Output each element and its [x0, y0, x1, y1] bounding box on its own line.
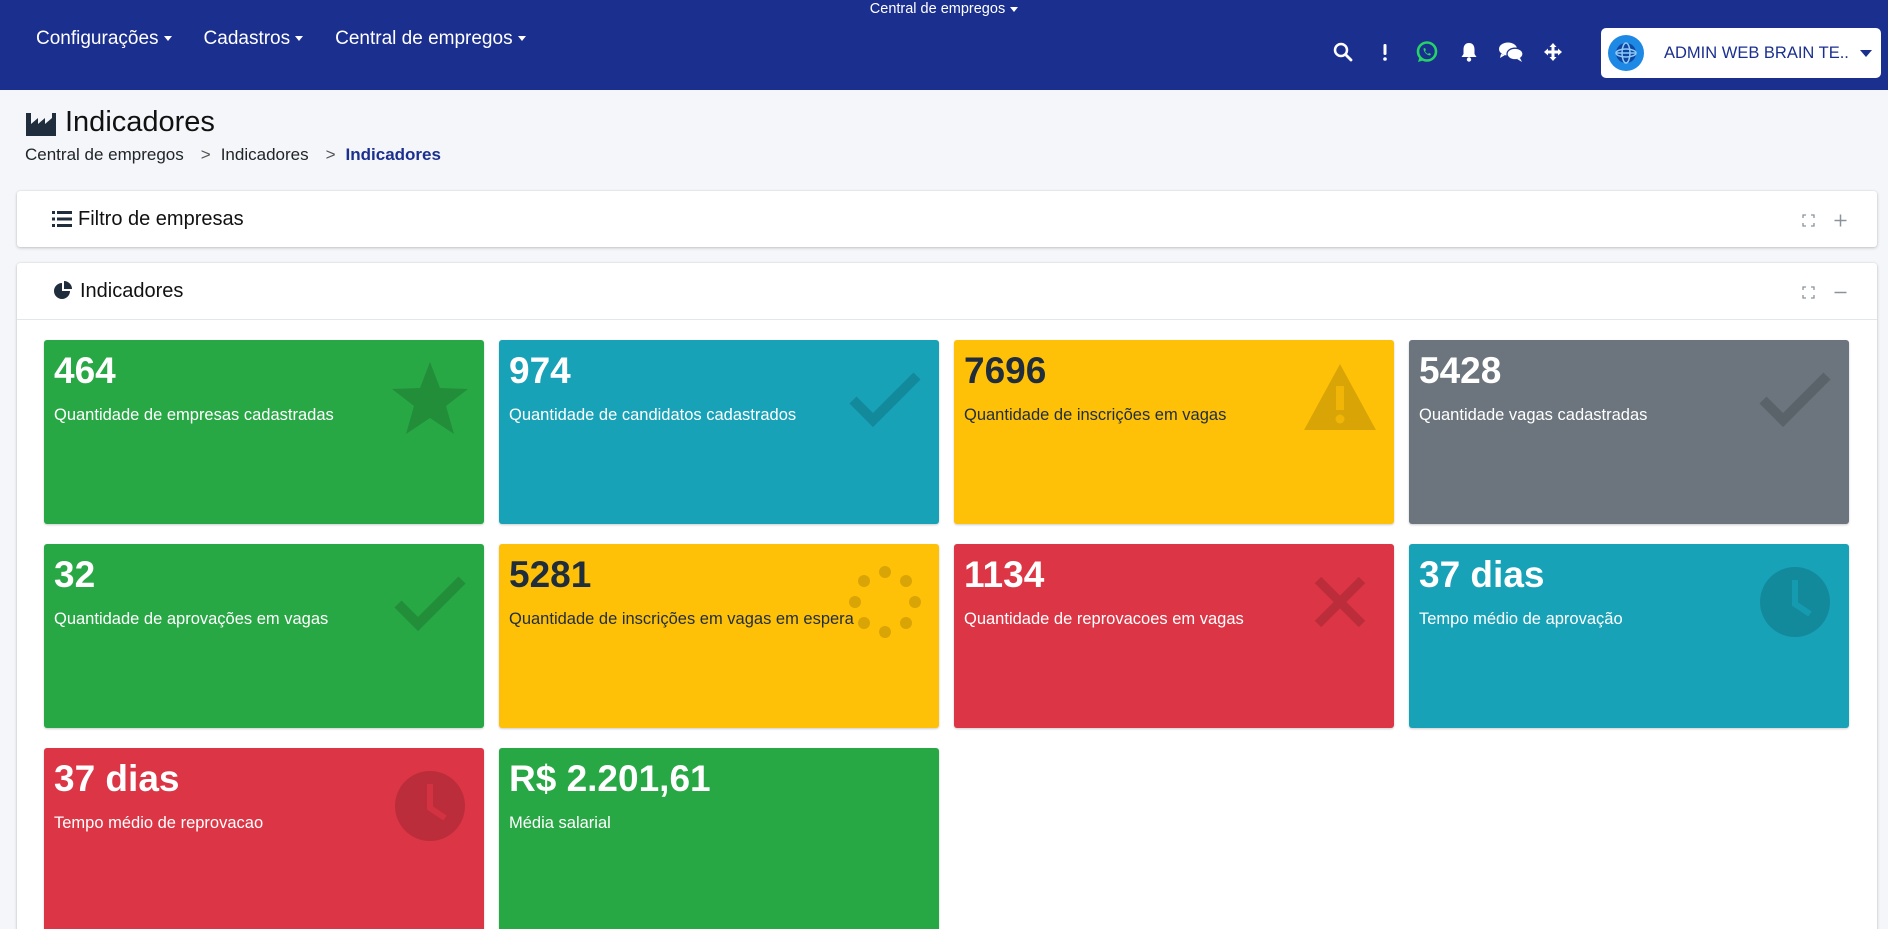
indicator-value: R$ 2.201,61 [509, 758, 711, 799]
indicator-label: Tempo médio de aprovação [1419, 610, 1623, 628]
card-tools [1801, 285, 1847, 299]
indicator-label: Quantidade de aprovações em vagas [54, 610, 329, 628]
caret-down-icon [1010, 6, 1019, 12]
avatar [1608, 35, 1644, 71]
indicator-value: 5281 [509, 554, 592, 595]
menu-cadastros[interactable]: Cadastros [204, 28, 304, 50]
page-title-text: Indicadores [65, 106, 215, 138]
warning-icon [1304, 364, 1376, 430]
minus-icon[interactable] [1833, 285, 1847, 299]
top-center-label: Central de empregos [869, 1, 1006, 17]
spinner-icon [849, 566, 921, 638]
navbar-icons [1322, 38, 1574, 66]
caret-down-icon [517, 36, 526, 42]
pie-chart-icon [54, 281, 72, 299]
caret-down-icon [295, 36, 304, 42]
check-icon [394, 576, 466, 632]
chat-icon[interactable] [1490, 38, 1532, 66]
indicators-card-title: Indicadores [80, 279, 184, 302]
clock-icon [395, 771, 465, 841]
menu-configuracoes-label: Configurações [36, 28, 159, 49]
indicator-box[interactable]: 5281 Quantidade de inscrições em vagas e… [499, 544, 939, 728]
card-tools [1801, 213, 1847, 227]
indicators-card: Indicadores 464 Quantidade de empresas c… [17, 263, 1877, 929]
indicator-label: Quantidade de candidatos cadastrados [509, 406, 797, 424]
bell-icon[interactable] [1448, 38, 1490, 66]
indicator-value: 37 dias [1419, 554, 1545, 595]
breadcrumb-item[interactable]: Indicadores [221, 145, 309, 165]
caret-down-icon [1860, 49, 1872, 57]
indicator-box[interactable]: 974 Quantidade de candidatos cadastrados [499, 340, 939, 524]
indicator-label: Tempo médio de reprovacao [54, 814, 264, 832]
indicator-box[interactable]: 5428 Quantidade vagas cadastradas [1409, 340, 1849, 524]
top-center-menu[interactable]: Central de empregos [0, 1, 1888, 17]
expand-icon[interactable] [1801, 213, 1815, 227]
indicator-value: 32 [54, 554, 96, 595]
indicator-value: 464 [54, 350, 116, 391]
breadcrumb-active-item: Indicadores [345, 145, 441, 164]
filter-card-title: Filtro de empresas [78, 207, 244, 230]
indicator-box[interactable]: 1134 Quantidade de reprovacoes em vagas [954, 544, 1394, 728]
top-navbar: Central de empregos Configurações Cadast… [0, 0, 1888, 90]
star-icon [392, 362, 468, 434]
filter-card: Filtro de empresas [17, 191, 1877, 247]
clock-icon [1760, 567, 1830, 637]
breadcrumb-item[interactable]: Central de empregos [25, 145, 184, 165]
menu-cadastros-label: Cadastros [203, 28, 291, 49]
check-icon [1759, 372, 1831, 428]
menu-configuracoes[interactable]: Configurações [36, 28, 172, 50]
menu-central-de-empregos[interactable]: Central de empregos [335, 28, 526, 50]
indicator-label: Quantidade vagas cadastradas [1419, 406, 1648, 424]
factory-icon [26, 112, 56, 136]
page-title: Indicadores [25, 106, 215, 139]
plus-icon[interactable] [1833, 213, 1847, 227]
close-icon [1314, 576, 1366, 628]
user-name: ADMIN WEB BRAIN TE... [1664, 43, 1848, 62]
indicator-box[interactable]: 37 dias Tempo médio de aprovação [1409, 544, 1849, 728]
list-icon [52, 211, 72, 227]
indicator-box[interactable]: R$ 2.201,61 Média salarial [499, 748, 939, 929]
indicator-label: Quantidade de inscrições em vagas [964, 406, 1227, 424]
indicator-value: 1134 [964, 554, 1045, 595]
indicator-box[interactable]: 32 Quantidade de aprovações em vagas [44, 544, 484, 728]
whatsapp-icon[interactable] [1406, 38, 1448, 66]
breadcrumb: Central de empregos > Indicadores > Indi… [25, 145, 441, 165]
breadcrumb-separator: > [200, 145, 211, 164]
indicator-box[interactable]: 37 dias Tempo médio de reprovacao [44, 748, 484, 929]
indicator-value: 37 dias [54, 758, 180, 799]
check-icon [849, 372, 921, 428]
indicator-box[interactable]: 7696 Quantidade de inscrições em vagas [954, 340, 1394, 524]
exclamation-icon[interactable] [1364, 38, 1406, 66]
user-menu[interactable]: ADMIN WEB BRAIN TE... [1601, 28, 1881, 78]
indicator-box[interactable]: 464 Quantidade de empresas cadastradas [44, 340, 484, 524]
expand-icon[interactable] [1801, 285, 1815, 299]
indicator-label: Quantidade de reprovacoes em vagas [964, 610, 1244, 628]
main-menu: Configurações Cadastros Central de empre… [36, 28, 526, 50]
breadcrumb-separator: > [325, 145, 336, 164]
caret-down-icon [163, 36, 172, 42]
indicator-label: Quantidade de inscrições em vagas em esp… [509, 610, 854, 628]
indicator-value: 974 [509, 350, 571, 391]
indicator-value: 7696 [964, 350, 1047, 391]
indicator-label: Média salarial [509, 814, 611, 832]
arrows-move-icon[interactable] [1532, 38, 1574, 66]
indicator-value: 5428 [1419, 350, 1502, 391]
indicator-label: Quantidade de empresas cadastradas [54, 406, 334, 424]
indicators-card-header[interactable]: Indicadores [17, 263, 1877, 320]
menu-central-label: Central de empregos [335, 28, 513, 49]
search-icon[interactable] [1322, 38, 1364, 66]
filter-card-header[interactable]: Filtro de empresas [17, 191, 1877, 247]
